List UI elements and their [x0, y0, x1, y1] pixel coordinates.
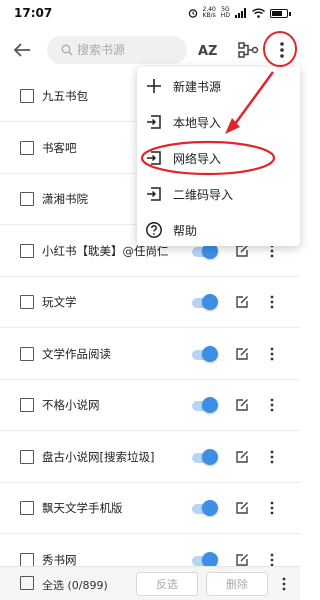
source-name: 飘天文学手机版: [42, 501, 123, 515]
menu-item-label: 新建书源: [173, 80, 222, 94]
network-speed-unit: KB/s: [202, 12, 216, 19]
source-toggle[interactable]: [192, 345, 218, 362]
back-arrow-icon[interactable]: [10, 38, 34, 62]
invert-selection-button[interactable]: 反选: [136, 572, 198, 596]
source-toggle[interactable]: [192, 294, 218, 310]
search-input[interactable]: [77, 43, 177, 57]
menu-item-label: 网络导入: [173, 152, 222, 166]
edit-icon[interactable]: [234, 397, 250, 413]
toggle-thumb: [202, 500, 218, 516]
search-icon: [61, 44, 73, 56]
source-checkbox[interactable]: [20, 449, 34, 464]
status-indicators: 2.40 KB/s 5G HD: [188, 7, 291, 19]
sort-az-label: AZ: [198, 44, 218, 59]
plus-icon: [147, 79, 161, 93]
alarm-icon: [188, 9, 197, 18]
source-checkbox[interactable]: [20, 140, 34, 155]
battery-level: [272, 10, 282, 16]
group-icon[interactable]: [236, 38, 260, 62]
help-icon: [146, 222, 162, 238]
edit-icon[interactable]: [234, 346, 250, 362]
toggle-thumb: [202, 345, 218, 362]
source-toggle[interactable]: [192, 500, 218, 516]
toolbar: AZ: [0, 30, 300, 70]
list-item[interactable]: 飘天文学手机版: [0, 483, 300, 534]
source-checkbox[interactable]: [20, 295, 34, 309]
battery-icon: [270, 8, 291, 18]
source-name: 文学作品阅读: [42, 346, 111, 361]
source-checkbox[interactable]: [20, 552, 34, 567]
list-item[interactable]: 盘古小说网[搜索垃圾]: [0, 432, 300, 483]
more-vert-icon[interactable]: [276, 576, 292, 592]
network-type: 5G HD: [221, 7, 230, 19]
source-checkbox[interactable]: [20, 501, 34, 515]
menu-item-new-source[interactable]: 新建书源: [137, 69, 300, 103]
more-vert-icon[interactable]: [264, 500, 280, 516]
search-box[interactable]: [47, 36, 187, 64]
source-checkbox[interactable]: [20, 346, 34, 361]
import-icon: [147, 187, 161, 201]
toggle-thumb: [202, 294, 218, 310]
source-name: 玩文学: [42, 295, 77, 309]
select-all-checkbox[interactable]: [20, 576, 34, 590]
edit-icon[interactable]: [234, 294, 250, 310]
source-toggle[interactable]: [192, 448, 218, 465]
source-name: 不格小说网: [42, 398, 100, 412]
source-name: 书客吧: [42, 140, 77, 155]
overflow-menu: 新建书源 本地导入 网络导入 二维码导入 帮助: [137, 67, 300, 246]
more-vert-icon[interactable]: [264, 346, 280, 362]
status-bar: 17:07 2.40 KB/s 5G HD: [0, 0, 300, 26]
network-speed: 2.40 KB/s: [203, 7, 216, 19]
source-name: 九五书包: [42, 89, 88, 103]
select-all-label[interactable]: 全选 (0/899): [42, 577, 108, 593]
more-vert-icon[interactable]: [264, 397, 280, 413]
toggle-thumb: [202, 397, 218, 413]
toggle-thumb: [202, 448, 218, 465]
list-item[interactable]: 文学作品阅读: [0, 329, 300, 380]
source-checkbox[interactable]: [20, 398, 34, 412]
menu-item-local-import[interactable]: 本地导入: [137, 105, 300, 139]
network-type-sub: HD: [220, 12, 230, 19]
menu-item-qrcode-import[interactable]: 二维码导入: [137, 177, 300, 211]
more-vert-icon[interactable]: [264, 294, 280, 310]
edit-icon[interactable]: [234, 500, 250, 516]
source-checkbox[interactable]: [20, 192, 34, 206]
source-name: 潇湘书院: [42, 192, 88, 206]
signal-icon: [235, 8, 246, 18]
menu-item-label: 本地导入: [173, 116, 222, 130]
menu-item-label: 帮助: [173, 224, 198, 238]
bottom-bar: 全选 (0/899) 反选 删除: [0, 566, 300, 600]
sort-az-icon[interactable]: AZ: [196, 38, 220, 62]
menu-item-network-import[interactable]: 网络导入: [137, 141, 300, 175]
edit-icon[interactable]: [234, 449, 250, 465]
more-vert-icon[interactable]: [264, 449, 280, 465]
source-checkbox[interactable]: [20, 89, 34, 103]
source-checkbox[interactable]: [20, 243, 34, 258]
delete-button[interactable]: 删除: [206, 572, 268, 596]
source-name: 盘古小说网[搜索垃圾]: [42, 449, 155, 464]
menu-item-help[interactable]: 帮助: [137, 213, 300, 247]
list-item[interactable]: 不格小说网: [0, 380, 300, 431]
source-toggle[interactable]: [192, 397, 218, 413]
list-item[interactable]: 玩文学: [0, 277, 300, 328]
menu-item-label: 二维码导入: [173, 188, 234, 202]
more-vert-icon[interactable]: [270, 38, 294, 62]
import-icon: [147, 115, 161, 129]
status-time: 17:07: [14, 6, 53, 20]
import-icon: [147, 151, 161, 165]
wifi-icon: [252, 8, 265, 18]
